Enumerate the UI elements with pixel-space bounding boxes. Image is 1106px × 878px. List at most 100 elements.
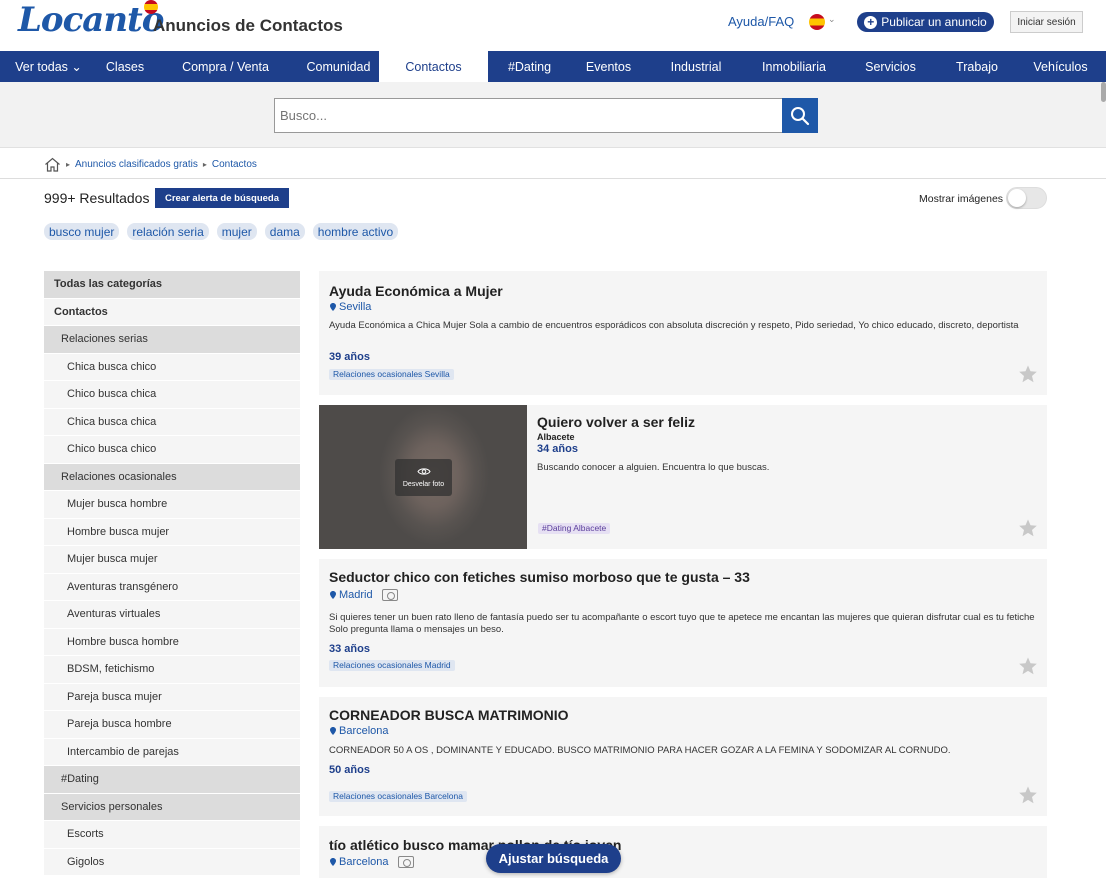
- sidebar-item[interactable]: Chica busca chico: [44, 353, 300, 381]
- nav-item-comunidad[interactable]: Comunidad: [298, 51, 379, 82]
- reveal-photo-button[interactable]: Desvelar foto: [395, 459, 452, 496]
- sidebar-item[interactable]: Mujer busca hombre: [44, 491, 300, 519]
- sidebar-item[interactable]: Pareja busca mujer: [44, 683, 300, 711]
- sidebar-item[interactable]: Hombre busca mujer: [44, 518, 300, 546]
- plus-icon: +: [864, 15, 878, 29]
- sidebar-item[interactable]: Gigolos: [44, 848, 300, 876]
- listing-photo-blurred[interactable]: Desvelar foto: [319, 405, 527, 549]
- location-pin-icon: [330, 591, 336, 599]
- help-faq-link[interactable]: Ayuda/FAQ: [728, 14, 794, 29]
- star-icon[interactable]: [1018, 518, 1038, 538]
- nav-item-servicios[interactable]: Servicios: [842, 51, 939, 82]
- page-scrollbar[interactable]: [1101, 82, 1106, 102]
- tag-chip[interactable]: relación seria: [127, 223, 209, 240]
- sidebar-item[interactable]: Pareja busca hombre: [44, 711, 300, 739]
- listing-age: 39 años: [329, 351, 370, 363]
- listing-description: Buscando conocer a alguien. Encuentra lo…: [537, 462, 770, 473]
- star-icon[interactable]: [1018, 656, 1038, 676]
- sidebar-item[interactable]: Hombre busca hombre: [44, 628, 300, 656]
- tag-chip[interactable]: mujer: [216, 223, 257, 240]
- listing-location-text: Sevilla: [339, 301, 372, 313]
- nav-item-eventos[interactable]: Eventos: [571, 51, 646, 82]
- locanto-logo[interactable]: Locanto: [18, 0, 164, 44]
- listing-card[interactable]: Desvelar foto Quiero volver a ser feliz …: [319, 405, 1047, 549]
- listing-card[interactable]: tío atlético busco mamar pollon de tío j…: [319, 826, 1047, 878]
- sidebar-item[interactable]: Relaciones serias: [44, 326, 300, 354]
- listing-title[interactable]: Seductor chico con fetiches sumiso morbo…: [329, 569, 750, 585]
- listing-location: Sevilla: [330, 301, 371, 313]
- listing-category[interactable]: Relaciones ocasionales Sevilla: [329, 369, 454, 380]
- publish-ad-button[interactable]: + Publicar un anuncio: [857, 12, 994, 32]
- listing-category[interactable]: #Dating Albacete: [538, 523, 611, 534]
- sidebar-item[interactable]: Aventuras virtuales: [44, 601, 300, 629]
- nav-item-dating[interactable]: #Dating: [488, 51, 571, 82]
- sidebar-item[interactable]: Escorts: [44, 821, 300, 849]
- home-icon[interactable]: [44, 157, 61, 172]
- nav-item-contactos[interactable]: Contactos: [379, 51, 488, 82]
- listing-age: 33 años: [329, 643, 370, 655]
- nav-item-clases[interactable]: Clases: [97, 51, 153, 82]
- sidebar-item[interactable]: Servicios personales: [44, 793, 300, 821]
- eye-icon: [416, 468, 431, 475]
- listing-age: 50 años: [329, 764, 370, 776]
- star-icon[interactable]: [1018, 364, 1038, 384]
- toggle-knob: [1008, 189, 1026, 207]
- star-icon[interactable]: [1018, 785, 1038, 805]
- sidebar-item[interactable]: Relaciones ocasionales: [44, 463, 300, 491]
- search-button[interactable]: [782, 98, 818, 133]
- listing-location: Madrid: [330, 589, 398, 601]
- listing-location-text: Madrid: [339, 589, 373, 601]
- listing-title[interactable]: CORNEADOR BUSCA MATRIMONIO: [329, 707, 569, 723]
- sidebar-item[interactable]: Chica busca chica: [44, 408, 300, 436]
- nav-item-ver-todas[interactable]: Ver todas ⌄: [0, 51, 97, 82]
- sidebar-item[interactable]: Todas las categorías: [44, 271, 300, 299]
- location-pin-icon: [330, 727, 336, 735]
- sidebar-item[interactable]: BDSM, fetichismo: [44, 656, 300, 684]
- search-icon: [791, 106, 810, 125]
- nav-item-compra-venta[interactable]: Compra / Venta: [153, 51, 298, 82]
- sidebar-item[interactable]: Chico busca chica: [44, 381, 300, 409]
- category-sidebar: Todas las categorías Contactos Relacione…: [44, 271, 300, 876]
- breadcrumb-separator: ▸: [66, 159, 71, 169]
- divider: [0, 178, 1106, 179]
- breadcrumb: ▸ Anuncios clasificados gratis ▸ Contact…: [44, 156, 257, 172]
- chevron-down-icon: ⌄: [828, 14, 836, 24]
- listing-title[interactable]: Ayuda Económica a Mujer: [329, 283, 503, 299]
- listing-description: CORNEADOR 50 A OS , DOMINANTE Y EDUCADO.…: [329, 745, 951, 756]
- show-images-toggle[interactable]: [1006, 187, 1047, 209]
- logo-text: Locanto: [18, 0, 164, 40]
- nav-item-industrial[interactable]: Industrial: [646, 51, 746, 82]
- listing-category[interactable]: Relaciones ocasionales Madrid: [329, 660, 455, 671]
- listing-title[interactable]: Quiero volver a ser feliz: [537, 414, 695, 430]
- sidebar-item[interactable]: Aventuras transgénero: [44, 573, 300, 601]
- breadcrumb-item[interactable]: Contactos: [212, 159, 257, 170]
- search-input[interactable]: [274, 98, 783, 133]
- create-alert-button[interactable]: Crear alerta de búsqueda: [155, 188, 289, 208]
- sidebar-item[interactable]: Intercambio de parejas: [44, 738, 300, 766]
- tag-chip[interactable]: hombre activo: [312, 223, 399, 240]
- sidebar-item[interactable]: Chico busca chico: [44, 436, 300, 464]
- sidebar-item[interactable]: Mujer busca mujer: [44, 546, 300, 574]
- nav-item-trabajo[interactable]: Trabajo: [939, 51, 1015, 82]
- spain-flag-icon: [809, 14, 825, 30]
- sidebar-item[interactable]: #Dating: [44, 766, 300, 794]
- listing-card[interactable]: Ayuda Económica a Mujer Sevilla Ayuda Ec…: [319, 271, 1047, 395]
- tag-chip[interactable]: dama: [264, 223, 305, 240]
- listing-card[interactable]: CORNEADOR BUSCA MATRIMONIO Barcelona COR…: [319, 697, 1047, 816]
- publish-ad-label: Publicar un anuncio: [881, 15, 987, 29]
- listing-card[interactable]: Seductor chico con fetiches sumiso morbo…: [319, 559, 1047, 687]
- nav-item-inmobiliaria[interactable]: Inmobiliaria: [746, 51, 842, 82]
- adjust-search-button[interactable]: Ajustar búsqueda: [486, 844, 621, 873]
- listing-location-text: Barcelona: [339, 725, 389, 737]
- breadcrumb-item[interactable]: Anuncios clasificados gratis: [75, 159, 198, 170]
- listing-city: Albacete: [537, 432, 575, 442]
- nav-item-vehiculos[interactable]: Vehículos: [1015, 51, 1106, 82]
- language-selector[interactable]: ⌄: [808, 13, 838, 31]
- tag-chip[interactable]: busco mujer: [44, 223, 120, 240]
- location-pin-icon: [330, 858, 336, 866]
- login-button[interactable]: Iniciar sesión: [1010, 11, 1083, 33]
- listing-category[interactable]: Relaciones ocasionales Barcelona: [329, 791, 467, 802]
- sidebar-item[interactable]: Contactos: [44, 298, 300, 326]
- reveal-photo-label: Desvelar foto: [402, 481, 445, 488]
- spain-flag-icon: [144, 0, 158, 14]
